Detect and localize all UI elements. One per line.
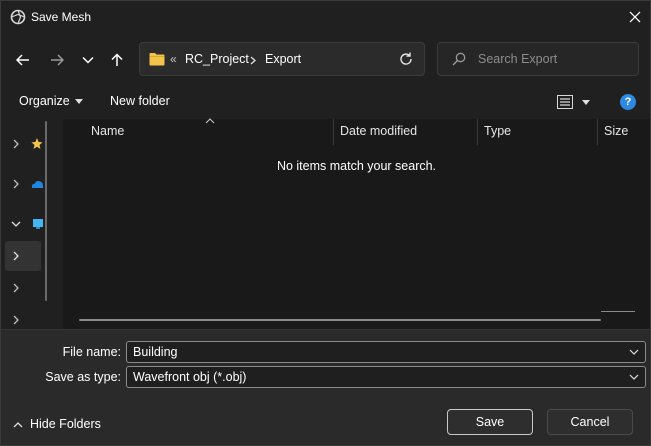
address-bar[interactable]: « RC_Project Export	[139, 42, 425, 76]
command-bar: Organize New folder ?	[1, 85, 650, 119]
search-icon	[452, 52, 466, 66]
forward-button[interactable]	[44, 47, 70, 73]
column-header-type[interactable]: Type	[484, 124, 511, 138]
star-icon	[31, 138, 43, 149]
view-dropdown-icon[interactable]	[582, 100, 590, 105]
nav-item-network[interactable]	[1, 305, 45, 327]
caret-down-icon	[74, 99, 83, 105]
navigation-scrollbar[interactable]	[45, 121, 47, 301]
chevron-down-icon	[82, 56, 94, 64]
file-list: Name Date modified Type Size No items ma…	[63, 118, 650, 329]
save-form: File name: Building Save as type: Wavefr…	[1, 329, 650, 445]
empty-message: No items match your search.	[276, 159, 437, 173]
up-button[interactable]	[104, 47, 130, 73]
save-as-type-value: Wavefront obj (*.obj)	[133, 370, 247, 384]
close-button[interactable]	[619, 5, 651, 29]
breadcrumb-rc-project[interactable]: RC_Project	[185, 52, 249, 66]
chevron-right-icon	[13, 179, 19, 189]
search-box[interactable]: Search Export	[437, 42, 639, 76]
organize-menu[interactable]: Organize	[19, 94, 83, 108]
organize-label: Organize	[19, 94, 70, 108]
save-mesh-dialog: Save Mesh « RC_Project Export Search Exp…	[0, 0, 651, 446]
refresh-icon[interactable]	[398, 51, 414, 67]
file-name-label: File name:	[62, 345, 121, 359]
column-divider[interactable]	[477, 119, 478, 145]
file-name-value: Building	[133, 345, 178, 359]
breadcrumb-export[interactable]: Export	[265, 52, 301, 66]
column-header-size[interactable]: Size	[604, 124, 628, 138]
chevron-right-icon	[13, 139, 19, 149]
folder-icon	[149, 53, 165, 66]
column-header-date-modified[interactable]: Date modified	[340, 124, 417, 138]
save-button[interactable]: Save	[447, 409, 533, 435]
arrow-up-icon	[111, 53, 123, 66]
save-as-type-select[interactable]: Wavefront obj (*.obj)	[126, 366, 646, 388]
navigation-pane	[1, 119, 49, 329]
chevron-right-icon	[250, 56, 256, 65]
chevron-down-icon	[11, 221, 21, 227]
arrow-left-icon	[16, 54, 29, 66]
cloud-icon	[31, 181, 43, 188]
recent-locations-button[interactable]	[75, 47, 101, 73]
back-button[interactable]	[10, 47, 36, 73]
nav-item-this-pc[interactable]	[1, 209, 45, 239]
chevron-right-icon	[13, 283, 19, 293]
chevron-up-icon	[13, 421, 23, 428]
close-icon	[629, 11, 641, 23]
new-folder-button[interactable]: New folder	[110, 94, 170, 108]
chevron-right-icon	[13, 251, 19, 261]
file-name-field[interactable]: Building	[126, 341, 646, 363]
column-header-name[interactable]: Name	[91, 124, 124, 138]
chevron-down-icon[interactable]	[629, 348, 639, 356]
arrow-right-icon	[51, 54, 64, 66]
hide-folders-label: Hide Folders	[30, 417, 101, 431]
computer-icon	[33, 219, 43, 229]
breadcrumb-overflow[interactable]: «	[170, 52, 177, 66]
save-as-type-label: Save as type:	[45, 370, 121, 384]
divider	[601, 311, 635, 312]
cancel-button[interactable]: Cancel	[547, 409, 633, 435]
app-logo-icon	[10, 9, 26, 25]
sort-ascending-icon	[205, 118, 215, 124]
title-bar: Save Mesh	[1, 1, 650, 33]
window-title: Save Mesh	[31, 10, 92, 24]
hide-folders-button[interactable]: Hide Folders	[13, 417, 101, 431]
nav-item-drive[interactable]	[1, 273, 45, 303]
column-divider[interactable]	[333, 119, 334, 145]
help-icon[interactable]: ?	[620, 94, 636, 110]
view-options-icon[interactable]	[557, 95, 573, 109]
horizontal-scrollbar[interactable]	[79, 319, 601, 321]
navigation-bar: « RC_Project Export Search Export	[1, 33, 650, 85]
nav-item-selected[interactable]	[5, 241, 41, 271]
chevron-down-icon[interactable]	[629, 373, 639, 381]
nav-item-quick-access[interactable]	[1, 129, 45, 159]
search-placeholder: Search Export	[478, 52, 558, 66]
chevron-right-icon	[13, 315, 19, 325]
column-divider[interactable]	[597, 119, 598, 145]
nav-item-onedrive[interactable]	[1, 169, 45, 199]
